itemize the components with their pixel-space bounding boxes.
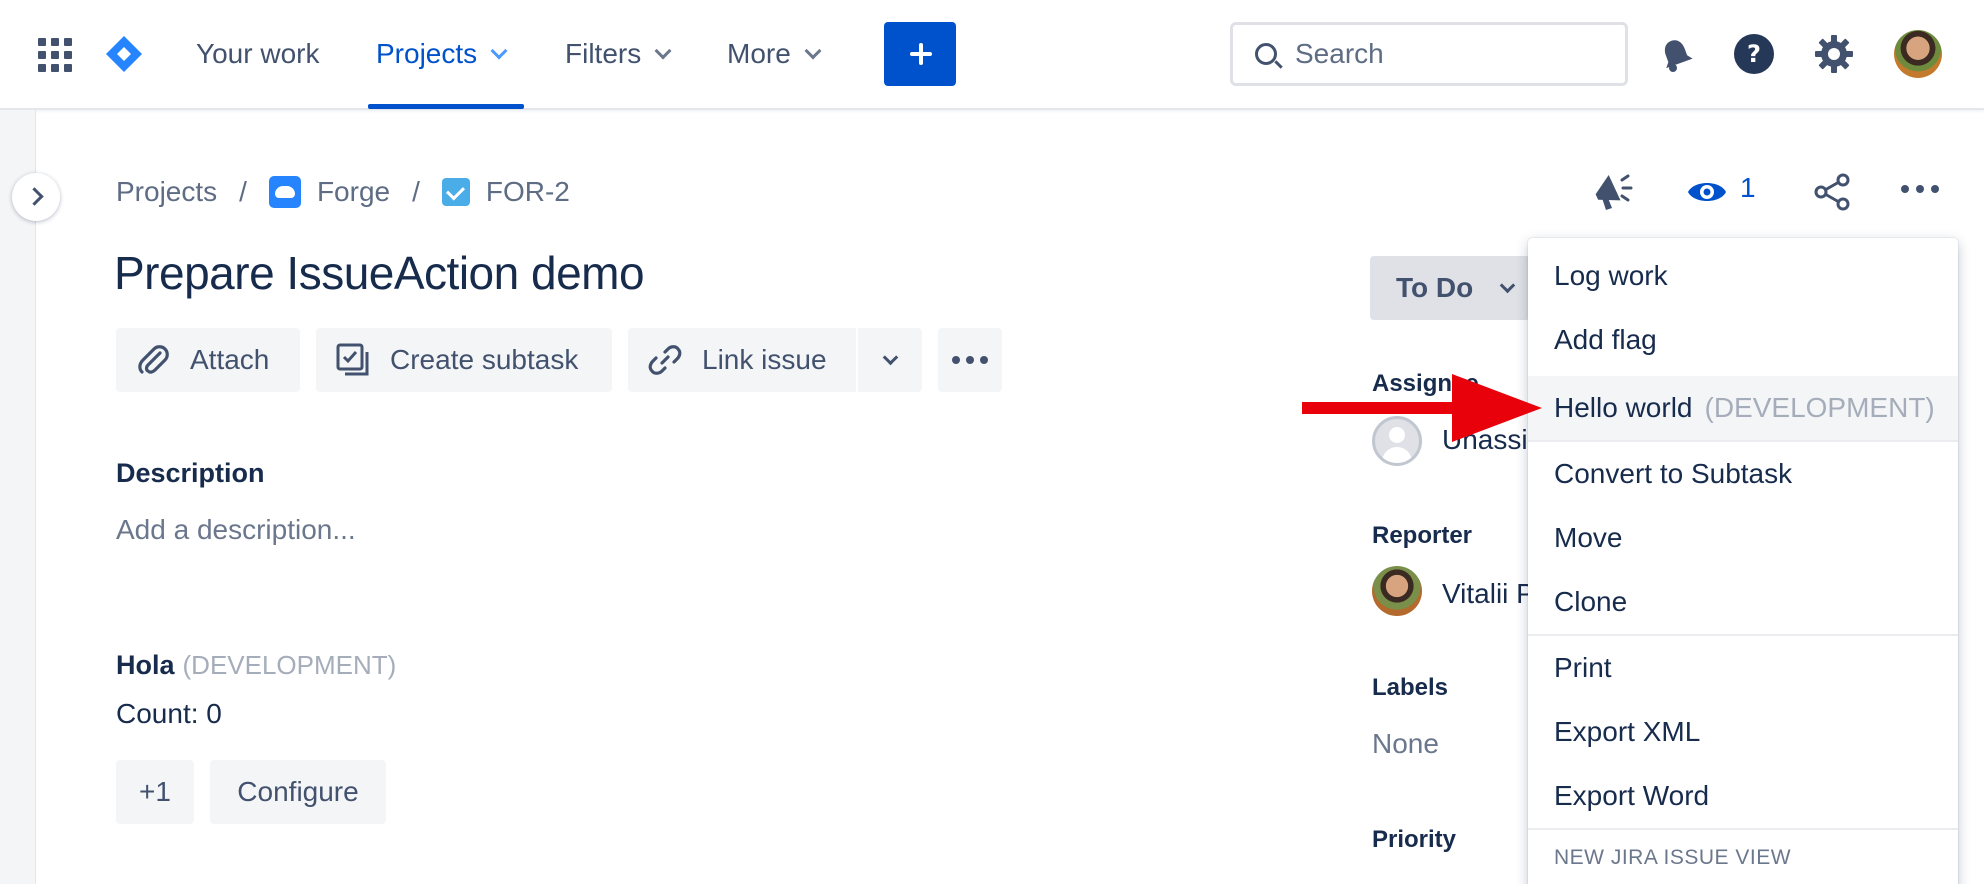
- app-panel-title: Hola (DEVELOPMENT): [116, 650, 397, 680]
- link-issue-button[interactable]: Link issue: [628, 328, 856, 392]
- project-cloud-icon: [268, 176, 301, 208]
- gear-icon[interactable]: [1812, 32, 1856, 76]
- count-text: Count: 0: [116, 698, 222, 729]
- task-checkbox-icon: [441, 178, 470, 206]
- menu-section-heading: NEW JIRA ISSUE VIEW: [1554, 846, 1792, 869]
- user-avatar[interactable]: [1894, 30, 1942, 78]
- labels-value[interactable]: None: [1372, 728, 1439, 760]
- breadcrumb-projects[interactable]: Projects: [116, 176, 217, 208]
- search-box[interactable]: [1230, 22, 1628, 86]
- menu-item-add-flag[interactable]: Add flag: [1528, 308, 1958, 372]
- labels-label: Labels: [1372, 674, 1449, 701]
- description-field[interactable]: Add a description...: [116, 514, 356, 546]
- top-navigation: Your work Projects Filters More ?: [0, 0, 1984, 110]
- chevron-down-icon: [654, 42, 672, 60]
- app-switcher-icon[interactable]: [38, 38, 72, 72]
- create-subtask-button[interactable]: Create subtask: [316, 328, 612, 392]
- breadcrumb-issue-key[interactable]: FOR-2: [441, 176, 570, 208]
- menu-item-export-word[interactable]: Export Word: [1528, 764, 1958, 828]
- chevron-down-icon: [804, 42, 822, 60]
- configure-button[interactable]: Configure: [210, 760, 386, 824]
- reporter-label: Reporter: [1372, 522, 1473, 549]
- svg-text:?: ?: [1747, 40, 1761, 68]
- priority-label: Priority: [1372, 826, 1457, 853]
- search-icon: [1255, 43, 1277, 65]
- menu-item-clone[interactable]: Clone: [1528, 570, 1958, 634]
- nav-filters[interactable]: Filters: [565, 30, 672, 78]
- menu-item-convert-to-subtask[interactable]: Convert to Subtask: [1528, 442, 1958, 506]
- menu-item-print[interactable]: Print: [1528, 636, 1958, 700]
- paperclip-icon: [138, 345, 169, 374]
- collapsed-sidebar: [0, 110, 36, 884]
- menu-item-export-xml[interactable]: Export XML: [1528, 700, 1958, 764]
- more-icon: [952, 356, 988, 364]
- more-actions-button[interactable]: [938, 328, 1002, 392]
- reporter-avatar: [1372, 566, 1422, 616]
- chevron-down-icon: [882, 349, 898, 365]
- active-nav-indicator: [368, 104, 524, 109]
- share-icon[interactable]: [1812, 172, 1852, 212]
- nav-projects[interactable]: Projects: [376, 30, 508, 78]
- nav-your-work[interactable]: Your work: [196, 30, 319, 78]
- watch-count[interactable]: 1: [1740, 172, 1756, 204]
- menu-item-move[interactable]: Move: [1528, 506, 1958, 570]
- more-actions-menu: Log work Add flag Hello world (DEVELOPMEN…: [1528, 238, 1958, 884]
- menu-item-hello-world[interactable]: Hello world (DEVELOPMENT): [1528, 376, 1958, 440]
- breadcrumb-separator: /: [239, 176, 247, 207]
- issue-title[interactable]: Prepare IssueAction demo: [114, 246, 645, 300]
- breadcrumb-project[interactable]: Forge: [268, 176, 390, 208]
- search-input[interactable]: [1295, 33, 1615, 75]
- reporter-value[interactable]: Vitalii P: [1442, 578, 1535, 610]
- environment-tag: (DEVELOPMENT): [1704, 392, 1935, 423]
- jira-logo-icon[interactable]: [104, 34, 144, 74]
- description-label: Description: [116, 458, 265, 488]
- megaphone-icon[interactable]: [1590, 170, 1636, 216]
- menu-divider: [1528, 828, 1958, 830]
- nav-more[interactable]: More: [727, 30, 822, 78]
- chevron-down-icon: [1499, 277, 1516, 294]
- help-icon[interactable]: ?: [1732, 32, 1776, 76]
- environment-tag: (DEVELOPMENT): [182, 650, 397, 680]
- subtask-icon: [336, 343, 369, 376]
- eye-icon[interactable]: [1686, 174, 1728, 210]
- breadcrumb-separator: /: [412, 176, 420, 207]
- bell-icon[interactable]: [1654, 32, 1698, 76]
- increment-button[interactable]: +1: [116, 760, 194, 824]
- create-button[interactable]: [884, 22, 956, 86]
- chevron-down-icon: [490, 42, 508, 60]
- link-issue-dropdown-button[interactable]: [858, 328, 922, 392]
- attach-button[interactable]: Attach: [116, 328, 300, 392]
- link-icon: [648, 345, 682, 375]
- annotation-arrow-icon: [1302, 374, 1542, 442]
- more-icon[interactable]: [1900, 184, 1940, 194]
- status-dropdown[interactable]: To Do: [1370, 256, 1530, 320]
- menu-item-log-work[interactable]: Log work: [1528, 244, 1958, 308]
- expand-sidebar-button[interactable]: [12, 173, 60, 221]
- breadcrumb: Projects / Forge / FOR-2: [116, 172, 570, 212]
